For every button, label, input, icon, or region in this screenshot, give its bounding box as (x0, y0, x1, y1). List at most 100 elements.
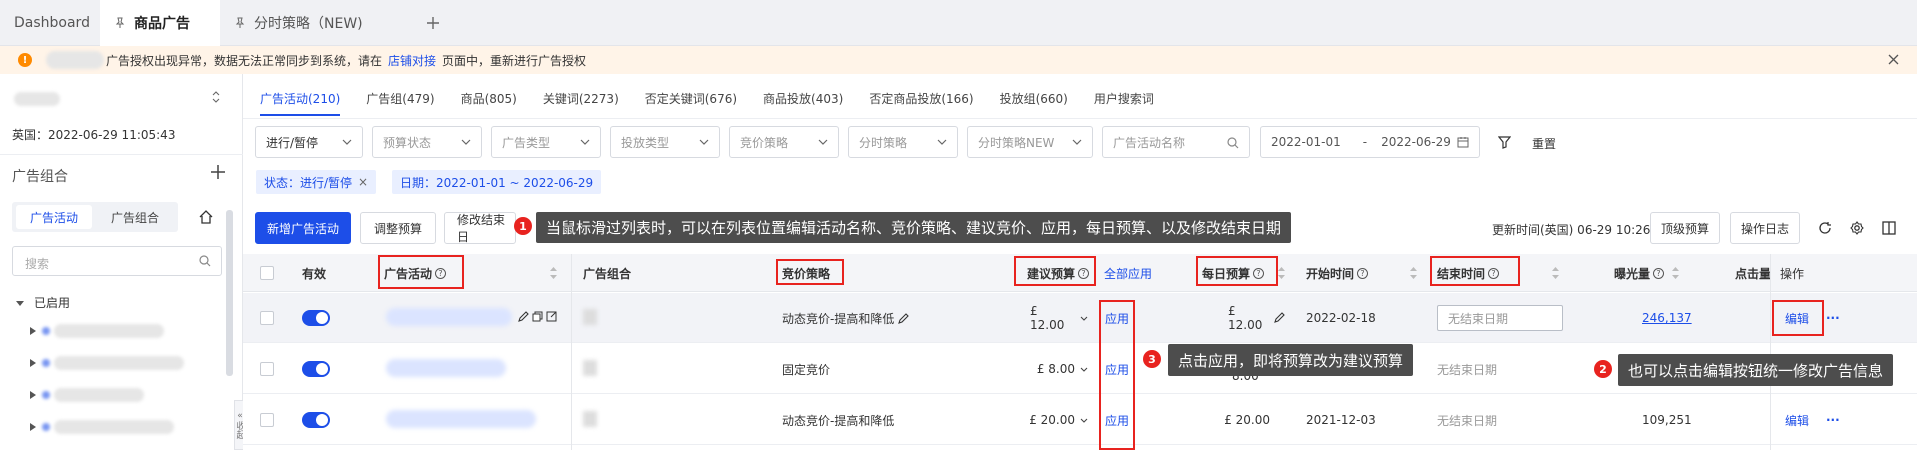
tab-dayparting[interactable]: 分时策略（NEW) (220, 0, 400, 46)
enabled-toggle[interactable] (302, 361, 330, 377)
tree-item[interactable] (30, 420, 174, 434)
tab-ads-label: 商品广告 (134, 16, 190, 32)
add-tab-button[interactable] (412, 0, 452, 46)
row-strategy[interactable]: 固定竞价 (782, 344, 830, 394)
tip-number-1: 1 (514, 217, 532, 235)
date-range-picker[interactable]: 2022-01-01 - 2022-06-29 (1260, 126, 1480, 158)
date-filter-chip[interactable]: 日期：2022-01-01 ~ 2022-06-29 (392, 170, 602, 194)
tab-ads[interactable]: 商品广告 (100, 0, 220, 46)
caret-right-icon (30, 359, 36, 367)
pencil-icon[interactable] (518, 311, 529, 322)
tree-item[interactable] (30, 324, 164, 338)
ad-type-select[interactable]: 广告类型 (491, 126, 601, 158)
select-all-checkbox[interactable] (260, 266, 274, 280)
adjust-budget-button[interactable]: 调整预算 (360, 212, 436, 244)
add-portfolio-icon[interactable] (210, 164, 226, 180)
row-edit-button[interactable]: 编辑 (1785, 395, 1809, 445)
col-impressions[interactable]: 曝光量? (1614, 254, 1665, 292)
budget-status-select[interactable]: 预算状态 (372, 126, 482, 158)
tab-keywords[interactable]: 关键词(2273) (543, 74, 619, 122)
chevron-updown-icon[interactable] (212, 90, 220, 104)
tab-dashboard[interactable]: Dashboard (0, 0, 100, 46)
edit-end-date-button[interactable]: 修改结束日 (444, 212, 516, 244)
dayparting-select[interactable]: 分时策略 (848, 126, 958, 158)
search-placeholder: 搜索 (25, 257, 50, 271)
tree-item[interactable] (30, 356, 184, 370)
tab-products[interactable]: 商品(805) (461, 74, 517, 122)
refresh-icon[interactable] (1818, 221, 1832, 235)
row-end-date[interactable]: 无结束日期 (1437, 344, 1497, 394)
col-impressions-label: 曝光量 (1614, 266, 1651, 281)
row-daily-budget[interactable]: £ 20.00 (1222, 395, 1270, 445)
sidebar-scrollbar[interactable] (226, 210, 233, 376)
close-banner-icon[interactable] (1888, 54, 1899, 65)
tab-negative-keywords[interactable]: 否定关键词(676) (645, 74, 737, 122)
row-strategy[interactable]: 动态竞价-提高和降低 (782, 293, 910, 343)
bid-strategy-placeholder: 竞价策略 (740, 135, 789, 150)
placement-type-placeholder: 投放类型 (621, 135, 670, 150)
row-impressions: 109,251 (1642, 413, 1692, 427)
shop-connect-link[interactable]: 店铺对接 (388, 52, 436, 69)
tab-product-targeting[interactable]: 商品投放(403) (763, 74, 843, 122)
pencil-icon (898, 312, 910, 324)
tab-search-terms[interactable]: 用户搜索词 (1094, 74, 1154, 122)
tab-negative-product-targeting[interactable]: 否定商品投放(166) (869, 74, 973, 122)
apply-all-button[interactable]: 全部应用 (1104, 254, 1152, 292)
settings-icon[interactable] (1850, 221, 1864, 235)
tab-targeting-groups[interactable]: 投放组(660) (1000, 74, 1068, 122)
row-daily-budget[interactable]: £ 12.00 (1228, 293, 1270, 343)
blurred-campaign-name[interactable] (386, 308, 512, 326)
auth-warning-banner: ! 广告授权出现异常，数据无法正常同步到系统，请在 店铺对接 页面中，重新进行广… (0, 46, 1917, 74)
placement-type-select[interactable]: 投放类型 (610, 126, 720, 158)
status-select[interactable]: 进行/暂停 (255, 126, 363, 158)
home-icon[interactable] (198, 209, 214, 225)
more-icon[interactable]: ··· (1826, 293, 1840, 343)
operation-log-button[interactable]: 操作日志 (1730, 212, 1800, 244)
segment-portfolio[interactable]: 广告组合 (96, 205, 174, 229)
tree-item[interactable] (30, 388, 144, 402)
tree-enabled[interactable]: 已启用 (16, 294, 70, 311)
plus-icon (426, 16, 440, 30)
highlight-suggested-header (1014, 256, 1096, 286)
copy-icon[interactable] (532, 311, 543, 322)
top-budget-button[interactable]: 顶级预算 (1650, 212, 1720, 244)
row-checkbox[interactable] (260, 311, 274, 325)
row-strategy[interactable]: 动态竞价-提高和降低 (782, 395, 894, 445)
filter-icon[interactable] (1498, 136, 1511, 149)
bid-strategy-select[interactable]: 竞价策略 (729, 126, 839, 158)
close-icon[interactable]: × (358, 175, 368, 189)
blurred-campaign-name[interactable] (386, 359, 506, 377)
columns-icon[interactable] (1882, 221, 1896, 235)
col-start[interactable]: 开始时间? (1306, 254, 1369, 292)
row-end-date[interactable]: 无结束日期 (1437, 395, 1497, 445)
blurred-campaign-name[interactable] (386, 410, 536, 428)
more-icon[interactable]: ··· (1826, 395, 1840, 445)
sidebar-search-input[interactable]: 搜索 (12, 246, 222, 276)
tab-campaigns[interactable]: 广告活动(210) (260, 74, 341, 122)
pin-icon (114, 17, 126, 29)
status-filter-chip[interactable]: 状态：进行/暂停 × (256, 170, 377, 194)
blurred-store-select[interactable] (14, 92, 60, 106)
row-checkbox[interactable] (260, 362, 274, 376)
highlight-daily-header (1196, 256, 1278, 286)
enabled-toggle[interactable] (302, 310, 330, 326)
pencil-icon (1274, 312, 1285, 323)
row-impressions[interactable]: 246,137 (1642, 293, 1692, 343)
col-clicks: 点击量 (1735, 266, 1772, 281)
row-end-date-input[interactable]: 无结束日期 (1437, 305, 1563, 331)
row-start-date: 2022-02-18 (1306, 311, 1376, 325)
external-link-icon[interactable] (546, 311, 557, 322)
tab-ad-groups[interactable]: 广告组(479) (366, 74, 434, 122)
segment-campaign[interactable]: 广告活动 (16, 205, 92, 229)
question-icon: ? (1653, 267, 1665, 279)
new-campaign-button[interactable]: 新增广告活动 (255, 212, 351, 244)
tabs-divider (243, 118, 1917, 119)
sort-icon (1410, 267, 1417, 279)
sort-icon (1278, 267, 1285, 279)
row-checkbox[interactable] (260, 413, 274, 427)
reset-button[interactable]: 重置 (1532, 135, 1556, 152)
enabled-toggle[interactable] (302, 412, 330, 428)
campaign-name-search[interactable]: 广告活动名称 (1102, 126, 1250, 158)
dayparting-new-select[interactable]: 分时策略NEW (967, 126, 1093, 158)
banner-text: 广告授权出现异常，数据无法正常同步到系统，请在 (106, 53, 383, 68)
